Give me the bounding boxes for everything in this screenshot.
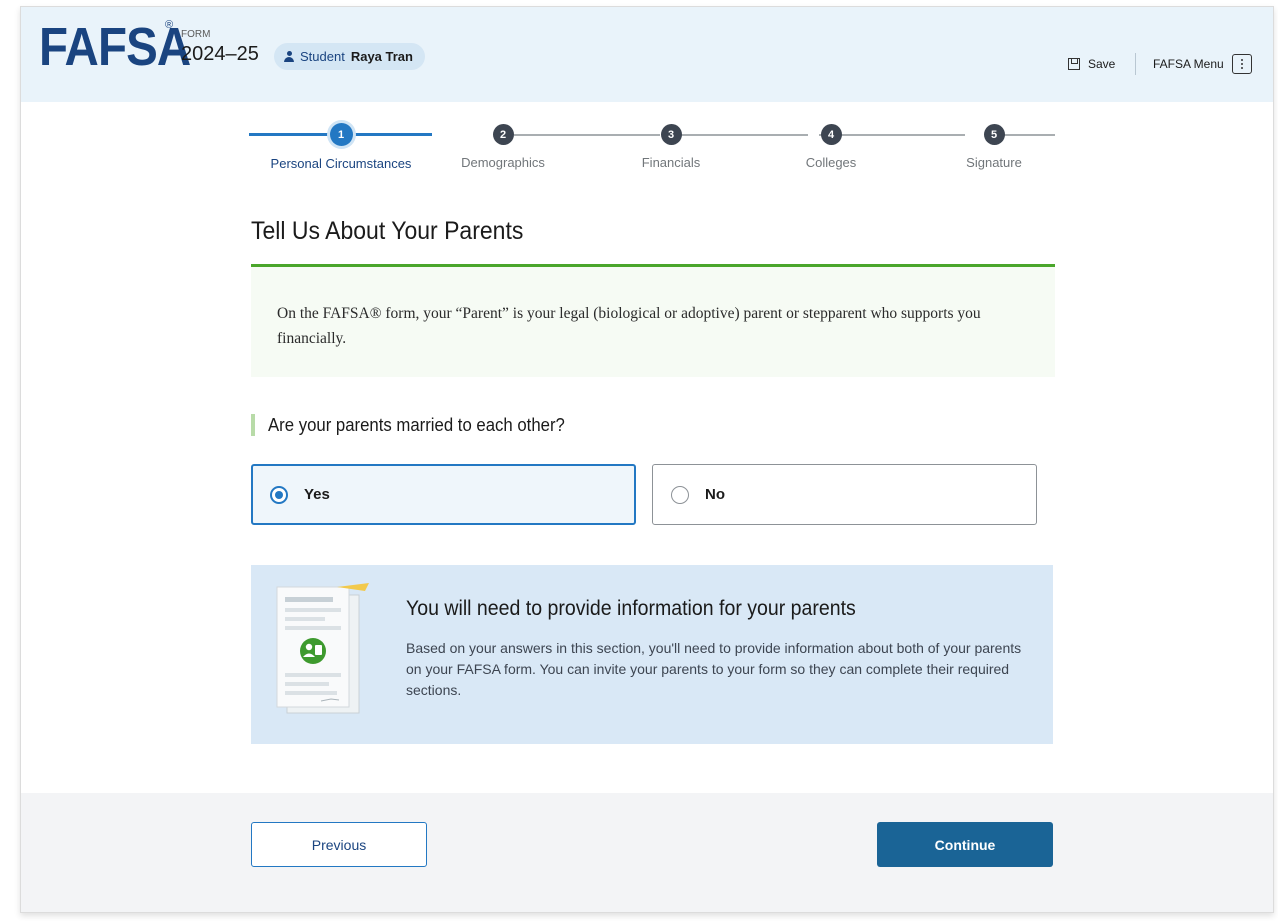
radio-unselected-icon[interactable] [671, 485, 689, 504]
radio-option-yes[interactable]: Yes [251, 464, 636, 525]
form-year: 2024–25 [181, 43, 259, 65]
step-label: Signature [966, 155, 1022, 170]
previous-button[interactable]: Previous [251, 822, 427, 867]
header: FAFSA ® FORM 2024–25 Student Raya Tran S… [21, 7, 1273, 102]
parents-married-question: Are your parents married to each other? [251, 413, 587, 437]
registered-mark: ® [165, 19, 174, 31]
notice-body: Based on your answers in this section, y… [406, 640, 1022, 698]
fafsa-menu-label: FAFSA Menu [1153, 57, 1224, 71]
radio-label-yes: Yes [304, 486, 330, 503]
step-label: Personal Circumstances [270, 156, 412, 171]
progress-stepper: 1 Personal Circumstances 2 Demographics … [249, 121, 1055, 181]
step-number: 3 [660, 124, 682, 145]
form-label: FORM [181, 29, 211, 40]
app-window: FAFSA ® FORM 2024–25 Student Raya Tran S… [20, 6, 1274, 913]
document-illustration-icon [276, 583, 369, 714]
fafsa-menu-button[interactable]: FAFSA Menu [1153, 54, 1252, 74]
parent-definition-text: On the FAFSA® form, your “Parent” is you… [277, 305, 981, 347]
step-number: 2 [492, 124, 514, 145]
radio-selected-icon[interactable] [270, 485, 288, 504]
parent-definition-info-box: On the FAFSA® form, your “Parent” is you… [251, 264, 1055, 377]
student-badge: Student Raya Tran [274, 43, 425, 70]
step-number: 5 [983, 124, 1005, 145]
step-label: Financials [641, 155, 701, 170]
page-title: Tell Us About Your Parents [251, 217, 524, 245]
footer [21, 793, 1273, 912]
question-text: Are your parents married to each other? [268, 414, 565, 435]
step-label: Demographics [461, 155, 545, 170]
step-colleges: 4 Colleges [751, 121, 911, 170]
step-number: 1 [329, 123, 353, 146]
save-label: Save [1088, 57, 1116, 71]
header-divider [1135, 53, 1136, 75]
student-icon [284, 51, 294, 62]
step-personal-circumstances: 1 Personal Circumstances [261, 121, 421, 171]
notice-title: You will need to provide information for… [406, 597, 856, 620]
step-label: Colleges [805, 155, 857, 170]
parent-info-notice: You will need to provide information for… [251, 565, 1053, 744]
continue-button[interactable]: Continue [877, 822, 1053, 867]
step-number: 4 [820, 124, 842, 145]
step-financials: 3 Financials [591, 121, 751, 170]
step-demographics: 2 Demographics [423, 121, 583, 170]
radio-label-no: No [705, 486, 725, 503]
more-vertical-icon [1231, 54, 1252, 74]
radio-option-no[interactable]: No [652, 464, 1037, 525]
student-name: Raya Tran [350, 49, 413, 64]
question-accent-bar [251, 414, 255, 436]
save-button[interactable]: Save [1068, 57, 1115, 71]
student-role-label: Student [300, 49, 345, 64]
save-icon [1068, 58, 1080, 70]
step-signature: 5 Signature [914, 121, 1074, 170]
